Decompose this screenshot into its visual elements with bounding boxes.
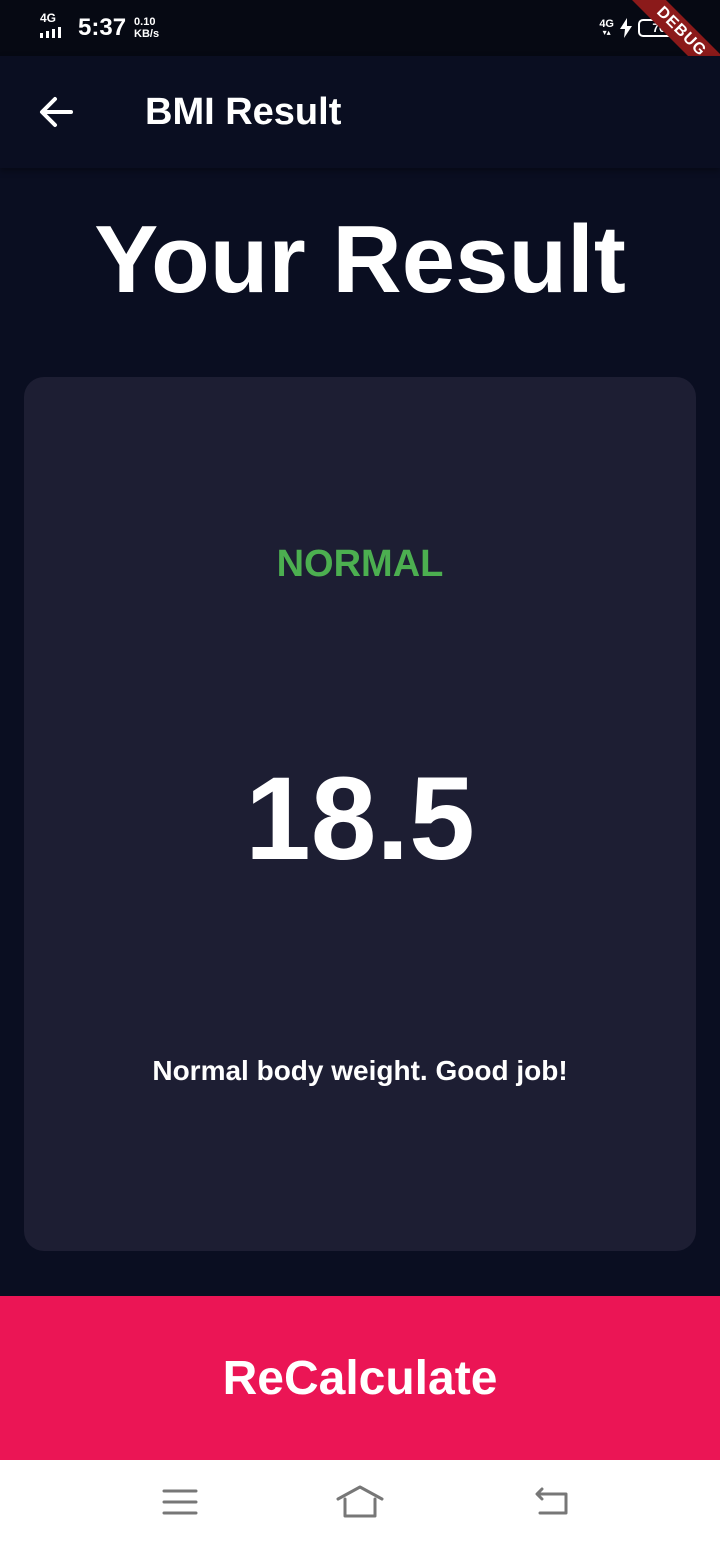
status-left: 4G 5:37 0.10 KB/s: [40, 12, 159, 44]
network-speed: 0.10 KB/s: [134, 12, 159, 40]
network-speed-unit: KB/s: [134, 28, 160, 40]
recalculate-button-label: ReCalculate: [222, 1351, 498, 1405]
nav-menu-button[interactable]: [156, 1480, 204, 1524]
status-time: 5:37: [78, 14, 127, 41]
mobile-data-indicator: 4G ▾▴: [599, 19, 614, 37]
data-arrows-icon: ▾▴: [602, 28, 611, 37]
page-title: Your Result: [94, 206, 626, 313]
recalculate-button[interactable]: ReCalculate: [0, 1296, 720, 1460]
network-speed-value: 0.10: [134, 16, 156, 28]
back-button[interactable]: [32, 88, 80, 136]
charging-icon: [620, 18, 632, 38]
home-icon: [336, 1485, 384, 1518]
signal-icon: 4G: [40, 12, 72, 40]
app-bar-title: BMI Result: [145, 91, 342, 133]
nav-back-button[interactable]: [526, 1480, 574, 1524]
app-bar: BMI Result: [0, 56, 720, 168]
network-type: 4G: [40, 11, 57, 25]
nav-home-button[interactable]: [336, 1480, 384, 1524]
status-bar: 4G 5:37 0.10 KB/s 4G ▾▴ 70 DEBUG: [0, 0, 720, 94]
bmi-interpretation: Normal body weight. Good job!: [152, 1055, 568, 1086]
screen: 4G 5:37 0.10 KB/s 4G ▾▴ 70 DEBUG BMI Res…: [0, 0, 720, 1544]
arrow-left-icon: [40, 97, 73, 127]
bmi-value: 18.5: [245, 753, 475, 885]
result-card: NORMAL 18.5 Normal body weight. Good job…: [24, 377, 696, 1251]
back-icon: [535, 1487, 568, 1515]
bmi-status-label: NORMAL: [276, 543, 444, 585]
system-nav-bar: [0, 1460, 720, 1544]
menu-icon: [162, 1489, 198, 1515]
